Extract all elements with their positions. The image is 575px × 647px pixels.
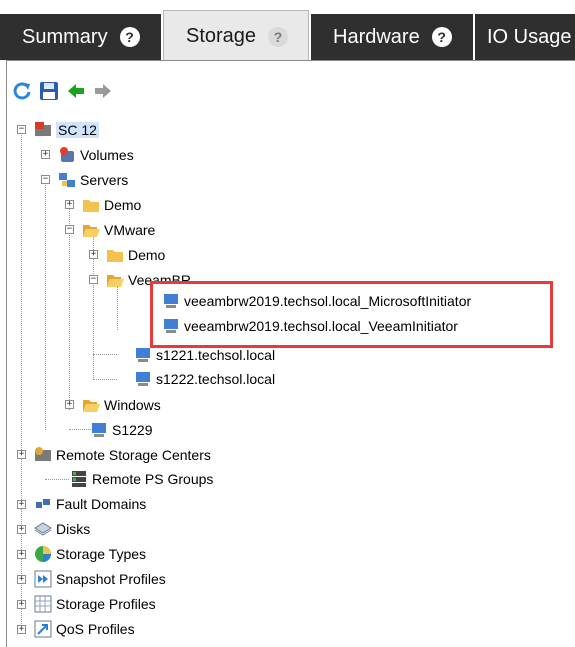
tree-item-sc12[interactable]: SC 12 xyxy=(34,118,99,142)
tab-storage[interactable]: Storage ? xyxy=(163,10,309,62)
back-arrow-icon[interactable] xyxy=(65,80,87,102)
tree-item-snapshot-profiles[interactable]: Snapshot Profiles xyxy=(34,567,166,591)
expand-toggle[interactable]: + xyxy=(17,600,26,609)
tree-item-remote-storage-centers[interactable]: Remote Storage Centers xyxy=(34,443,211,467)
tree-item-label: Remote PS Groups xyxy=(92,471,214,487)
tree-item-vmware-demo[interactable]: Demo xyxy=(106,243,165,267)
collapse-toggle[interactable]: − xyxy=(65,225,74,234)
collapse-toggle[interactable]: − xyxy=(89,275,98,284)
tab-hardware[interactable]: Hardware ? xyxy=(311,14,473,60)
tree-item-label: Windows xyxy=(104,397,161,413)
tree-item-label: VMware xyxy=(104,222,156,238)
tree-item-s1229[interactable]: S1229 xyxy=(90,418,152,442)
help-icon[interactable]: ? xyxy=(119,27,140,47)
collapse-toggle[interactable]: − xyxy=(17,125,26,134)
storage-center-icon xyxy=(34,121,52,139)
tree-item-storage-profiles[interactable]: Storage Profiles xyxy=(34,592,156,616)
disks-icon xyxy=(34,520,52,538)
tree-item-label: veeambrw2019.techsol.local_MicrosoftInit… xyxy=(184,293,472,309)
tree-item-volumes[interactable]: Volumes xyxy=(58,143,134,167)
tab-storage-label: Storage xyxy=(186,25,257,47)
expand-toggle[interactable]: + xyxy=(17,575,26,584)
expand-toggle[interactable]: + xyxy=(89,250,98,259)
server-icon xyxy=(134,370,152,388)
help-icon[interactable]: ? xyxy=(431,27,452,47)
servers-icon xyxy=(58,171,76,189)
expand-toggle[interactable]: + xyxy=(17,625,26,634)
folder-icon xyxy=(106,246,124,264)
toolbar xyxy=(11,78,114,104)
tree-item-label: SC 12 xyxy=(56,122,99,138)
tab-io-usage[interactable]: IO Usage xyxy=(475,14,575,60)
tree-item-label: Fault Domains xyxy=(56,496,147,512)
expand-toggle[interactable]: + xyxy=(17,525,26,534)
tree-item-label: Demo xyxy=(128,247,166,263)
tab-bar: Summary ? Storage ? Hardware ? IO Usage xyxy=(0,0,575,62)
tree-item-qos-profiles[interactable]: QoS Profiles xyxy=(34,617,135,641)
server-icon xyxy=(90,421,108,439)
tree-item-remote-ps-groups[interactable]: Remote PS Groups xyxy=(70,467,213,491)
tree-item-fault-domains[interactable]: Fault Domains xyxy=(34,492,146,516)
collapse-toggle[interactable]: − xyxy=(41,175,50,184)
storage-profile-icon xyxy=(34,595,52,613)
tab-summary[interactable]: Summary ? xyxy=(0,14,161,60)
tree-item-label: s1222.techsol.local xyxy=(156,371,276,387)
tree-item-label: S1229 xyxy=(112,422,153,438)
expand-toggle[interactable]: + xyxy=(65,400,74,409)
tree-guide-line xyxy=(45,180,46,430)
tree-item-s1221[interactable]: s1221.techsol.local xyxy=(134,343,275,367)
server-icon xyxy=(134,346,152,364)
expand-toggle[interactable]: + xyxy=(17,450,26,459)
server-icon xyxy=(162,292,180,310)
tree-guide-line xyxy=(69,205,70,410)
snapshot-profile-icon xyxy=(34,570,52,588)
tree-item-label: Disks xyxy=(56,521,91,537)
remote-storage-icon xyxy=(34,446,52,464)
tree-item-veeam-veeam-initiator[interactable]: veeambrw2019.techsol.local_VeeamInitiato… xyxy=(162,314,458,338)
tab-summary-label: Summary xyxy=(22,25,108,48)
open-folder-icon xyxy=(82,221,100,239)
tree-item-label: Storage Types xyxy=(56,546,147,562)
expand-toggle[interactable]: + xyxy=(65,200,74,209)
tree-item-label: Storage Profiles xyxy=(56,596,156,612)
refresh-icon[interactable] xyxy=(11,80,33,102)
tree-item-label: Volumes xyxy=(80,147,134,163)
tree-item-label: Servers xyxy=(80,172,129,188)
tree-item-label: Demo xyxy=(104,197,142,213)
server-icon xyxy=(162,317,180,335)
tree-item-vmware[interactable]: VMware xyxy=(82,218,155,242)
tree-guide-line xyxy=(45,479,69,480)
save-icon[interactable] xyxy=(38,80,60,102)
folder-icon xyxy=(82,196,100,214)
qos-profile-icon xyxy=(34,620,52,638)
tree-item-label: Remote Storage Centers xyxy=(56,447,211,463)
tree-item-demo[interactable]: Demo xyxy=(82,193,141,217)
forward-arrow-icon[interactable] xyxy=(92,80,114,102)
storage-types-icon xyxy=(34,545,52,563)
expand-toggle[interactable]: + xyxy=(17,550,26,559)
tree-item-servers[interactable]: Servers xyxy=(58,168,128,192)
tree-item-label: QoS Profiles xyxy=(56,621,135,637)
tree-item-windows[interactable]: Windows xyxy=(82,393,161,417)
help-icon[interactable]: ? xyxy=(268,26,289,47)
tree-guide-line xyxy=(93,379,117,380)
open-folder-icon xyxy=(106,271,124,289)
tree-guide-line xyxy=(93,354,117,355)
tab-hardware-label: Hardware xyxy=(333,25,420,48)
ps-group-icon xyxy=(70,470,88,488)
tree-item-label: veeambrw2019.techsol.local_VeeamInitiato… xyxy=(184,318,458,334)
tree-item-veeam-microsoft-initiator[interactable]: veeambrw2019.techsol.local_MicrosoftInit… xyxy=(162,289,471,313)
open-folder-icon xyxy=(82,396,100,414)
expand-toggle[interactable]: + xyxy=(41,150,50,159)
tree-item-disks[interactable]: Disks xyxy=(34,517,90,541)
fault-domain-icon xyxy=(34,495,52,513)
tab-io-usage-label: IO Usage xyxy=(487,25,572,48)
expand-toggle[interactable]: + xyxy=(17,500,26,509)
tree-item-s1222[interactable]: s1222.techsol.local xyxy=(134,367,275,391)
tree-item-label: Snapshot Profiles xyxy=(56,571,166,587)
tree-item-storage-types[interactable]: Storage Types xyxy=(34,542,146,566)
volumes-icon xyxy=(58,146,76,164)
tree-item-label: s1221.techsol.local xyxy=(156,347,276,363)
